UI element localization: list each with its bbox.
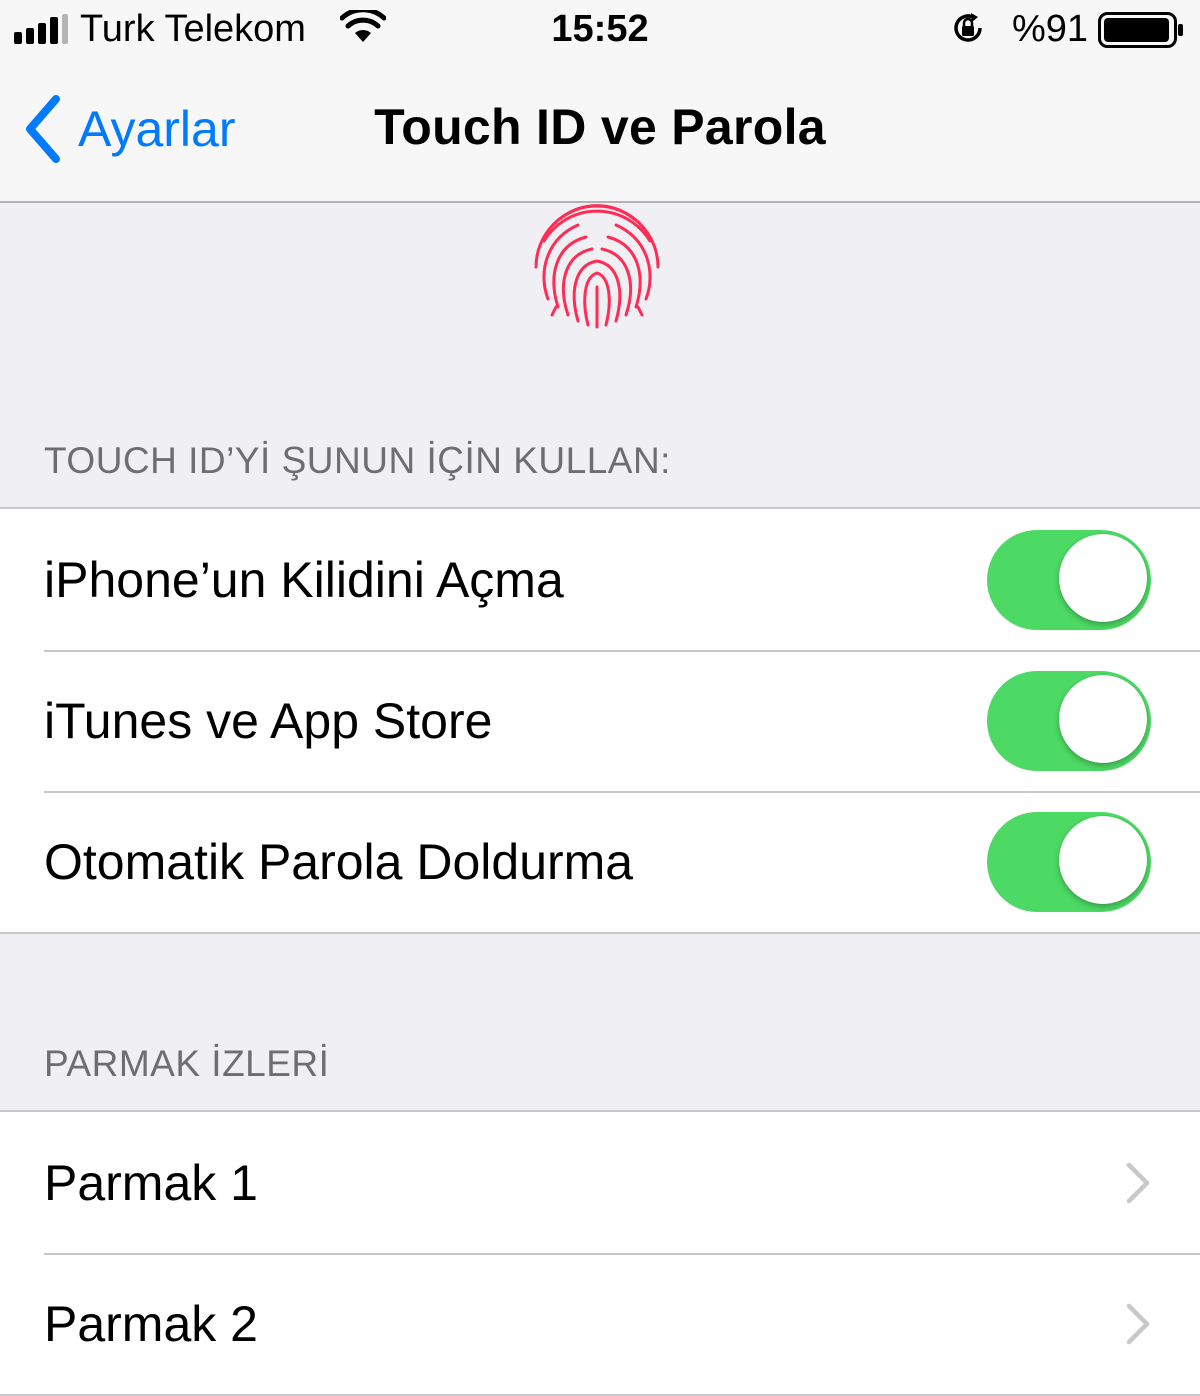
battery-icon [1098,12,1183,48]
section-header-touch-id: TOUCH ID’Yİ ŞUNUN İÇİN KULLAN: [44,440,671,481]
list-item: Otomatik Parola Doldurma [0,791,1200,932]
touch-id-hero [0,203,1200,423]
row-label: Parmak 1 [44,1154,258,1211]
password-autofill-toggle[interactable] [987,811,1151,912]
list-item: iPhone’un Kilidini Açma [0,509,1200,650]
status-bar: Turk Telekom 15:52 %91 [0,0,1200,58]
touch-id-options-group: iPhone’un Kilidini Açma iTunes ve App St… [0,507,1200,934]
toggle-knob [1059,674,1147,763]
fingerprints-group: Parmak 1 Parmak 2 [0,1110,1200,1396]
list-item: iTunes ve App Store [0,650,1200,791]
battery-percent: %91 [1012,8,1089,50]
fingerprint-icon [534,204,660,329]
navigation-bar: Ayarlar Touch ID ve Parola [0,58,1200,203]
row-label: iTunes ve App Store [44,692,493,749]
chevron-right-icon [1126,1303,1150,1344]
row-label: Otomatik Parola Doldurma [44,833,634,890]
page-title: Touch ID ve Parola [374,99,826,155]
unlock-iphone-toggle[interactable] [987,529,1151,630]
itunes-app-store-toggle[interactable] [987,670,1151,771]
orientation-lock-icon [954,13,982,42]
fingerprint-row-2[interactable]: Parmak 2 [0,1253,1200,1394]
chevron-right-icon [1126,1162,1150,1203]
fingerprint-row-1[interactable]: Parmak 1 [0,1112,1200,1253]
row-label: iPhone’un Kilidini Açma [44,551,564,608]
section-header-fingerprints: PARMAK İZLERİ [44,1043,330,1084]
row-label: Parmak 2 [44,1295,258,1352]
toggle-knob [1059,815,1147,904]
toggle-knob [1059,533,1147,622]
